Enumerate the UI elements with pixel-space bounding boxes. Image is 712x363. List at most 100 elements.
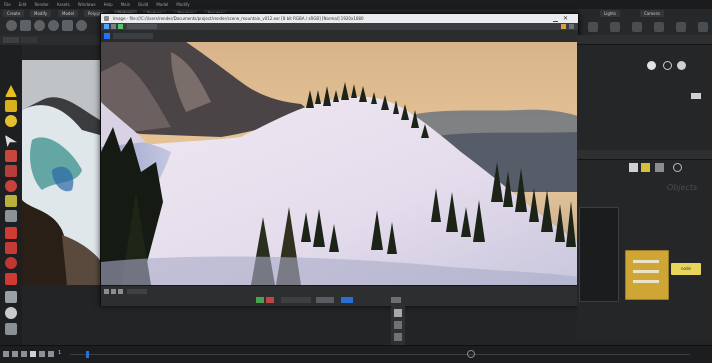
- shelf-tab-camera[interactable]: Camera: [640, 10, 664, 17]
- network-view-tab[interactable]: [21, 37, 37, 43]
- fast-forward-icon[interactable]: [48, 351, 54, 357]
- grid-snap-icon[interactable]: [5, 291, 17, 303]
- shelf-tab-model[interactable]: Model: [58, 10, 79, 17]
- shelf-tab-modify[interactable]: Modify: [30, 10, 52, 17]
- realtime-toggle-icon[interactable]: [467, 350, 475, 358]
- menu-item[interactable]: Render: [34, 2, 48, 7]
- image-window-title[interactable]: Image - file:///C:/Users/render/Document…: [101, 14, 578, 23]
- node-output-3[interactable]: [633, 280, 659, 283]
- handle-icon[interactable]: [5, 180, 17, 192]
- grid-tool-icon[interactable]: [62, 20, 73, 31]
- rendered-image[interactable]: [101, 42, 578, 285]
- refresh-icon[interactable]: [118, 24, 123, 29]
- green-channel-icon[interactable]: [256, 297, 264, 303]
- channel-selector[interactable]: [127, 24, 157, 29]
- display-icon[interactable]: [5, 323, 17, 335]
- search-icon[interactable]: [663, 61, 672, 70]
- node-output-2[interactable]: [633, 270, 659, 273]
- open-icon[interactable]: [104, 24, 109, 29]
- view-icon[interactable]: [5, 210, 17, 222]
- layout-icon[interactable]: [655, 163, 664, 172]
- timeline-track[interactable]: [70, 354, 690, 355]
- box-tool-icon[interactable]: [20, 20, 31, 31]
- move-icon[interactable]: [5, 100, 17, 112]
- save-icon[interactable]: [111, 24, 116, 29]
- network-search-icon[interactable]: [673, 163, 682, 172]
- tube-tool-icon[interactable]: [34, 20, 45, 31]
- rgb-channel-icon[interactable]: [104, 33, 110, 39]
- lasso-icon[interactable]: [5, 242, 17, 254]
- bottom-tool-3-icon[interactable]: [394, 333, 402, 341]
- node-box-selected[interactable]: [625, 250, 669, 300]
- network-watermark: Objects: [667, 183, 698, 192]
- close-icon[interactable]: ✕: [563, 16, 568, 22]
- menu-item[interactable]: Windows: [78, 2, 96, 7]
- menu-item[interactable]: Assets: [57, 2, 70, 7]
- minimize-icon[interactable]: [553, 16, 558, 22]
- network-header: [577, 150, 712, 160]
- pointer-icon[interactable]: [5, 135, 17, 147]
- bottom-tool-2-icon[interactable]: [394, 321, 402, 329]
- menu-item[interactable]: Modify: [176, 2, 189, 7]
- scene-viewport[interactable]: [22, 60, 100, 285]
- menu-item[interactable]: Edit: [19, 2, 27, 7]
- image-viewer-window[interactable]: Image - file:///C:/Users/render/Document…: [100, 13, 579, 306]
- env-light-icon[interactable]: [676, 22, 686, 32]
- menu-item[interactable]: Model: [156, 2, 168, 7]
- gamma-field[interactable]: [316, 297, 334, 303]
- pin-icon[interactable]: [561, 24, 566, 29]
- current-frame[interactable]: 1: [58, 350, 61, 356]
- sky-light-icon[interactable]: [654, 22, 664, 32]
- menu-item[interactable]: Build: [138, 2, 148, 7]
- playhead[interactable]: [86, 351, 89, 358]
- snap-icon[interactable]: [5, 195, 17, 207]
- torus-tool-icon[interactable]: [48, 20, 59, 31]
- last-frame-icon[interactable]: [118, 289, 123, 294]
- camera-view-icon[interactable]: [5, 307, 17, 319]
- help-icon[interactable]: [677, 61, 686, 70]
- rewind-icon[interactable]: [3, 351, 9, 357]
- frame-field[interactable]: [127, 289, 147, 294]
- settings-icon[interactable]: [569, 24, 574, 29]
- camera-icon[interactable]: [698, 22, 708, 32]
- note-icon[interactable]: [641, 163, 650, 172]
- menu-item[interactable]: Main: [121, 2, 131, 7]
- brush-icon[interactable]: [5, 150, 17, 162]
- sphere-tool-icon[interactable]: [6, 20, 17, 31]
- shelf-tab-create[interactable]: Create: [3, 10, 25, 17]
- menu-item[interactable]: Help: [104, 2, 113, 7]
- scene-view-tab[interactable]: [3, 37, 19, 43]
- pane-tabs: [0, 35, 100, 45]
- pose-icon[interactable]: [5, 165, 17, 177]
- node-output-1[interactable]: [633, 260, 659, 263]
- bottom-tool-1-icon[interactable]: [394, 309, 402, 317]
- shelf-tab-lights[interactable]: Lights: [600, 10, 621, 17]
- sticky-note[interactable]: node: [671, 263, 701, 275]
- add-node-icon[interactable]: [629, 163, 638, 172]
- magnet-icon[interactable]: [5, 227, 17, 239]
- node-box-dark[interactable]: [579, 207, 619, 302]
- null-tool-icon[interactable]: [76, 20, 87, 31]
- menu-item[interactable]: File: [4, 2, 11, 7]
- red-channel-icon[interactable]: [266, 297, 274, 303]
- aov-dropdown[interactable]: [113, 33, 153, 39]
- select-icon[interactable]: [5, 85, 17, 97]
- step-back-icon[interactable]: [12, 351, 18, 357]
- timeline-play-icon[interactable]: [30, 351, 36, 357]
- rotate-icon[interactable]: [5, 115, 17, 127]
- menu-bar: File Edit Render Assets Windows Help Mai…: [0, 0, 712, 9]
- first-frame-icon[interactable]: [104, 289, 109, 294]
- pin-panel-icon[interactable]: [691, 93, 701, 99]
- play-back-icon[interactable]: [21, 351, 27, 357]
- point-light-icon[interactable]: [588, 22, 598, 32]
- gear-icon[interactable]: [647, 61, 656, 70]
- area-light-icon[interactable]: [632, 22, 642, 32]
- snapshot-icon[interactable]: [391, 297, 401, 303]
- magnet-snap-icon[interactable]: [5, 273, 17, 285]
- compare-toggle[interactable]: [341, 297, 353, 303]
- play-icon[interactable]: [111, 289, 116, 294]
- record-icon[interactable]: [5, 257, 17, 269]
- exposure-field[interactable]: [281, 297, 311, 303]
- step-forward-icon[interactable]: [39, 351, 45, 357]
- spot-light-icon[interactable]: [610, 22, 620, 32]
